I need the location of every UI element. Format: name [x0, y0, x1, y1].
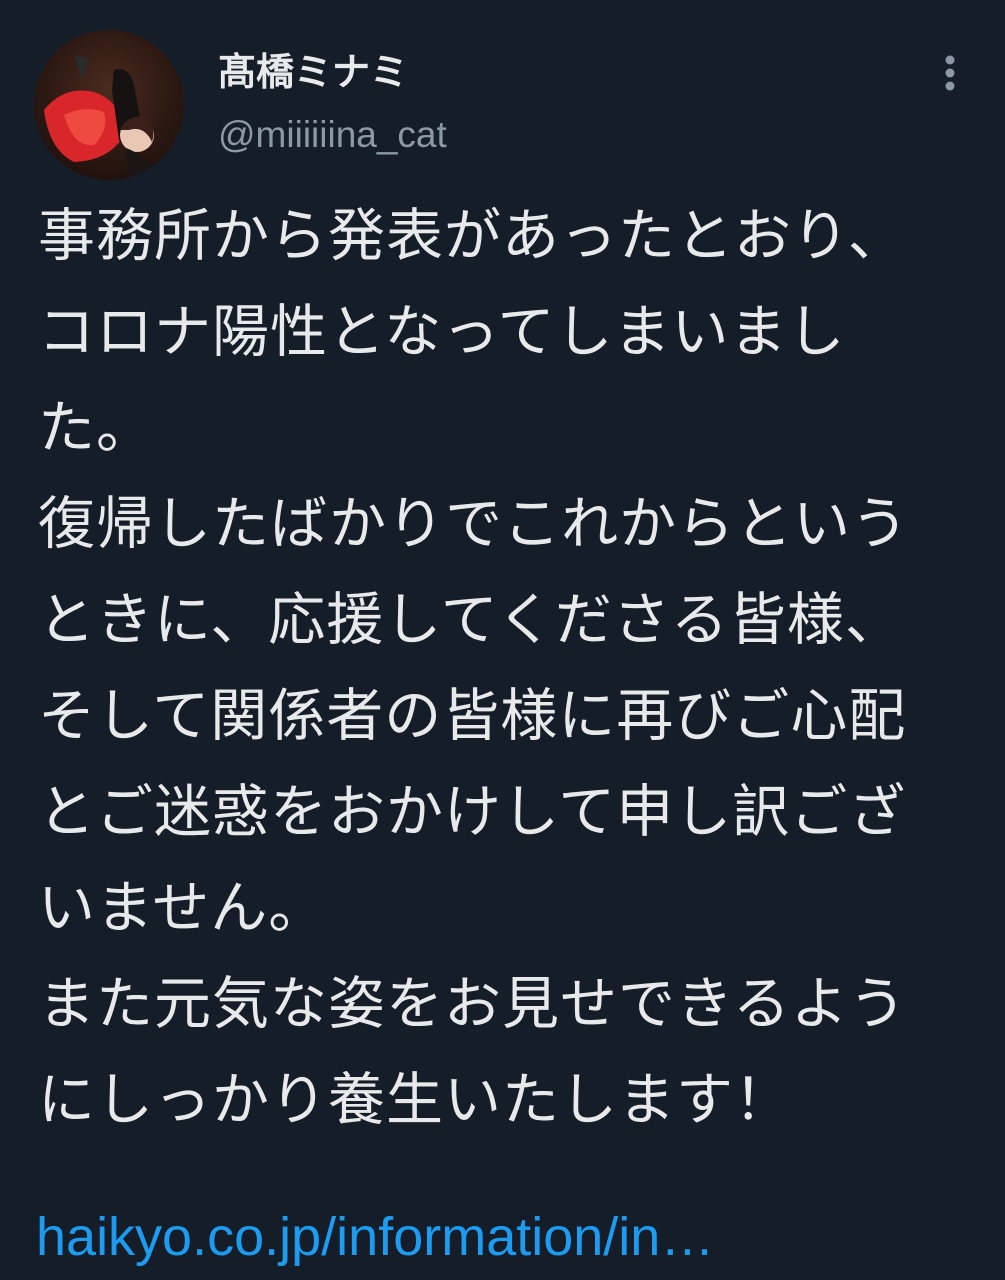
tweet-card: 髙橋ミナミ @miiiiiina_cat 事務所から発表があったとおり、 コロナ… [0, 0, 1005, 1280]
avatar[interactable] [34, 30, 184, 180]
tweet-line: 復帰したばかりでこれからという [38, 491, 910, 557]
tweet-body: 事務所から発表があったとおり、 コロナ陽性となってしまいまし た。 復帰したばか… [38, 188, 968, 1148]
more-vertical-icon [945, 55, 955, 91]
more-options-button[interactable] [925, 48, 975, 98]
tweet-line: た。 [38, 395, 154, 461]
tweet-line: また元気な姿をお見せできるよう [38, 971, 907, 1037]
tweet-line: そして関係者の皆様に再びご心配 [38, 683, 907, 749]
tweet-link[interactable]: haikyo.co.jp/information/in… [36, 1202, 714, 1272]
profile-photo-icon [34, 30, 184, 180]
tweet-line: いません。 [38, 875, 327, 941]
user-handle[interactable]: @miiiiiina_cat [218, 112, 447, 158]
display-name[interactable]: 髙橋ミナミ [218, 46, 408, 98]
tweet-line: コロナ陽性となってしまいまし [38, 299, 846, 365]
tweet-line: 事務所から発表があったとおり、 [38, 203, 906, 269]
tweet-line: ときに、応援してくださる皆様、 [38, 587, 903, 653]
tweet-line: にしっかり養生いたします！ [38, 1067, 792, 1133]
tweet-line: とご迷惑をおかけして申し訳ござ [38, 779, 907, 845]
